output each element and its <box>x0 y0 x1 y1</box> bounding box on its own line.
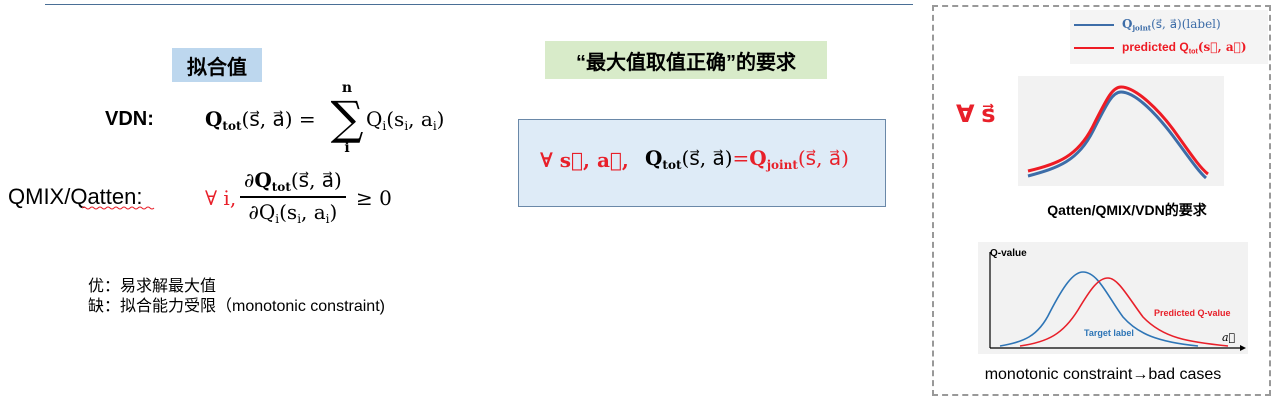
caption-requirement: Qatten/QMIX/VDN的要求 <box>1047 202 1207 218</box>
vdn-rhs-q: Q <box>366 107 383 131</box>
num-args: (s⃗, a⃗) <box>290 168 342 192</box>
bad-case-chart: Q-value a⃗ Target label Predicted Q-valu… <box>978 242 1248 354</box>
vdn-lhs-sub: tot <box>222 119 242 134</box>
cond-q: Q <box>645 146 663 170</box>
vdn-lhs-q: Q <box>205 107 223 131</box>
cond-qj: Q <box>749 146 767 170</box>
num-q: Q <box>254 168 272 192</box>
vdn-rhs-open: (s <box>386 107 405 131</box>
geq-zero: ≥ 0 <box>356 186 392 210</box>
legend-label-q: Q <box>1122 17 1133 31</box>
cond-q-args: (s⃗, a⃗) <box>681 146 733 170</box>
cond-equals: = <box>732 146 750 170</box>
den-close: ) <box>329 199 338 224</box>
legend-label-sub: joint <box>1132 23 1152 33</box>
legend-pred-sub: tot <box>1188 46 1198 56</box>
vdn-label: VDN: <box>105 108 154 130</box>
legend-label-text: Qjoint(s⃗, a⃗)(label) <box>1122 17 1221 33</box>
fraction-denominator: ∂Qi(si, ai) <box>240 200 346 226</box>
vdn-rhs-close: ) <box>436 107 445 131</box>
fraction-bar <box>240 196 346 198</box>
legend-pred-item: predicted Qtot(s⃗, a⃗) <box>1074 40 1247 56</box>
forall-i: ∀ i, <box>205 186 237 210</box>
vdn-lhs-args: (s⃗, a⃗) = <box>241 107 316 131</box>
requirement-label: “最大值取值正确”的要求 <box>545 41 827 79</box>
legend-red-line <box>1074 46 1114 49</box>
cond-qj-sub: joint <box>766 158 798 173</box>
vdn-rhs: Qi(si, ai) <box>366 107 444 133</box>
vdn-lhs: Qtot(s⃗, a⃗) = <box>205 107 316 133</box>
den-partial-q: ∂Q <box>248 199 276 224</box>
legend: Qjoint(s⃗, a⃗)(label) predicted Qtot(s⃗,… <box>1070 10 1268 64</box>
legend-label-args: (s⃗, a⃗)(label) <box>1151 17 1221 31</box>
fraction-numerator: ∂Qtot(s⃗, a⃗) <box>240 168 346 194</box>
legend-pred-args: (s⃗, a⃗) <box>1197 40 1247 54</box>
den-mid: , a <box>301 199 326 224</box>
spellcheck-underline <box>82 206 155 210</box>
fit-value-label: 拟合值 <box>172 48 262 82</box>
sum-symbol: ∑ <box>330 91 364 145</box>
legend-blue-line <box>1074 23 1114 26</box>
forall-s: ∀ s⃗ <box>956 101 996 128</box>
legend-pred-prefix: predicted Q <box>1122 40 1189 54</box>
num-partial: ∂ <box>244 168 255 192</box>
forall-s-a: ∀ s⃗, a⃗, <box>540 148 629 172</box>
sum-operator: n ∑ i <box>327 80 367 156</box>
legend-label-item: Qjoint(s⃗, a⃗)(label) <box>1074 17 1221 33</box>
vdn-rhs-mid: , a <box>408 107 433 131</box>
x-axis-label: a⃗ <box>1222 331 1235 344</box>
condition-equation: Qtot(s⃗, a⃗)=Qjoint(s⃗, a⃗) <box>645 146 849 172</box>
partial-fraction: ∂Qtot(s⃗, a⃗) ∂Qi(si, ai) <box>240 168 346 226</box>
predicted-label-text: Predicted Q-value <box>1154 308 1231 318</box>
den-open: (s <box>279 199 298 224</box>
cond-q-sub: tot <box>662 158 682 173</box>
cons-note: 缺：拟合能力受限（monotonic constraint) <box>88 298 385 315</box>
num-sub: tot <box>271 180 291 195</box>
requirement-curve-chart <box>1018 76 1224 186</box>
cond-qj-args: (s⃗, a⃗) <box>797 146 849 170</box>
y-axis-label: Q-value <box>990 248 1027 259</box>
target-label-text: Target label <box>1084 328 1134 338</box>
legend-pred-text: predicted Qtot(s⃗, a⃗) <box>1122 40 1247 56</box>
top-divider <box>45 4 913 5</box>
caption-bad-cases: monotonic constraint→bad cases <box>984 366 1222 383</box>
